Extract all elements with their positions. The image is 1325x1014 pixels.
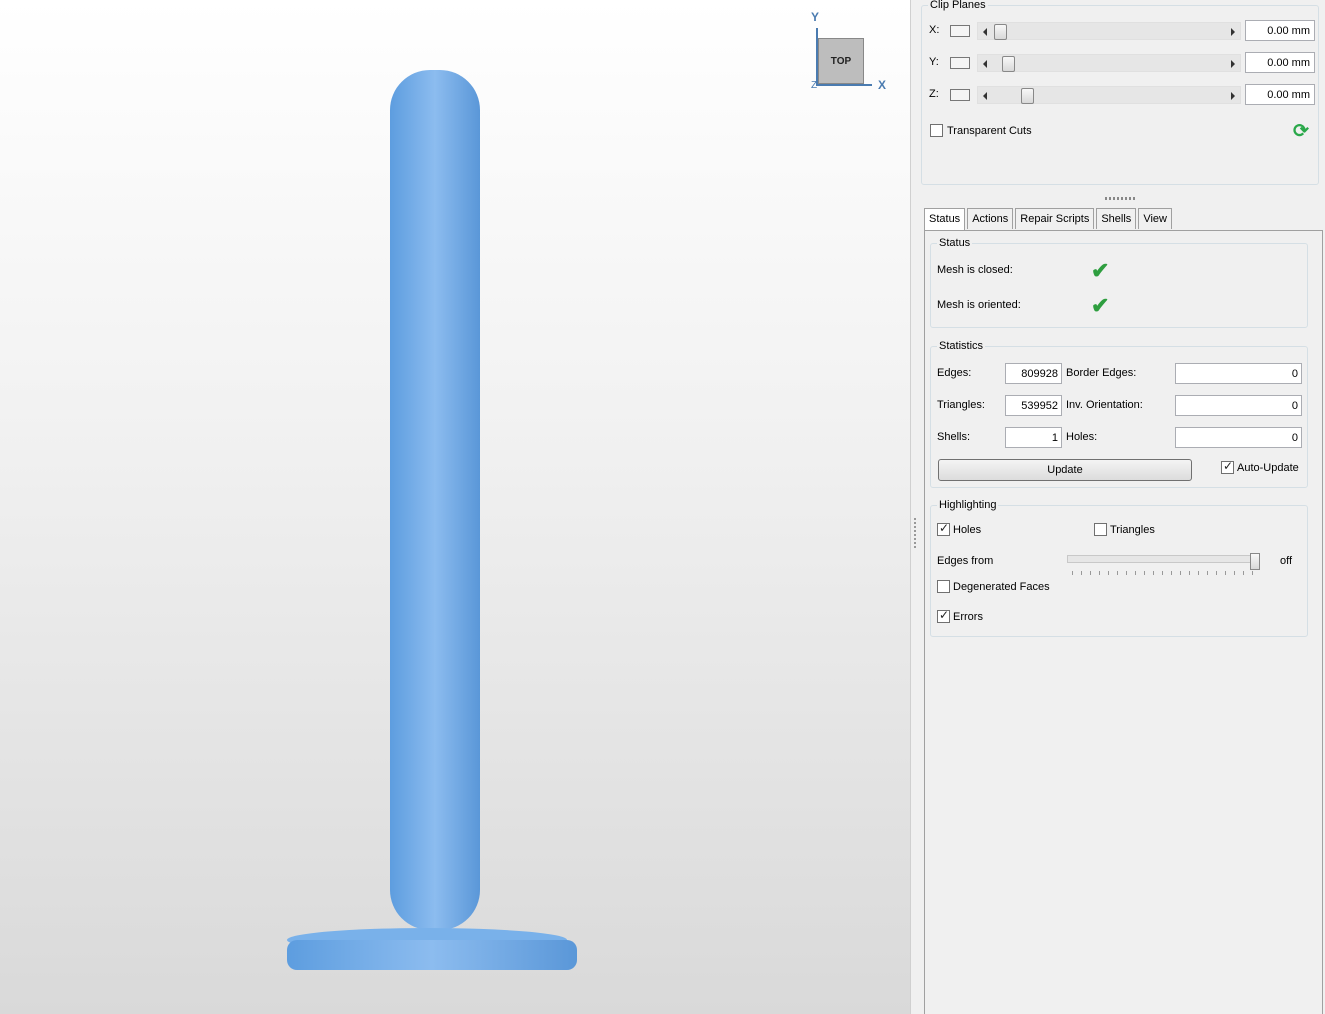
- orientation-gizmo[interactable]: Y X Z TOP: [808, 10, 898, 100]
- highlighting-title: Highlighting: [937, 499, 999, 511]
- border-edges-field[interactable]: 0: [1175, 363, 1302, 384]
- clip-z-value[interactable]: 0.00 mm: [1245, 84, 1315, 105]
- mesh-oriented-check-icon: ✔: [1091, 293, 1110, 318]
- triangles-label: Triangles:: [937, 399, 985, 411]
- clip-y-label: Y:: [929, 56, 939, 68]
- triangles-field[interactable]: 539952: [1005, 395, 1062, 416]
- clip-x-label: X:: [929, 24, 940, 36]
- errors-row: Errors: [937, 608, 983, 623]
- tab-shells[interactable]: Shells: [1096, 208, 1137, 229]
- clip-row-z: Z: 0.00 mm: [929, 84, 1319, 106]
- arrow-left-icon[interactable]: [983, 92, 987, 100]
- clip-z-toggle[interactable]: [950, 89, 970, 101]
- clip-planes-group: Clip Planes X: 0.00 mm Y: 0.00 mm Z: 0.0…: [921, 0, 1319, 185]
- clip-z-label: Z:: [929, 88, 939, 100]
- refresh-icon[interactable]: ⟳: [1293, 122, 1313, 142]
- status-title: Status: [937, 237, 973, 249]
- transparent-cuts-label: Transparent Cuts: [947, 124, 1032, 137]
- inv-orientation-field[interactable]: 0: [1175, 395, 1302, 416]
- transparent-cuts-row: Transparent Cuts: [930, 124, 1032, 137]
- edges-field[interactable]: 809928: [1005, 363, 1062, 384]
- x-axis-line: [816, 84, 872, 86]
- view-cube[interactable]: TOP: [818, 38, 864, 84]
- clip-x-toggle[interactable]: [950, 25, 970, 37]
- update-button[interactable]: Update: [938, 459, 1192, 481]
- edges-from-value: off: [1280, 555, 1293, 567]
- edges-from-thumb[interactable]: [1250, 553, 1260, 570]
- arrow-right-icon[interactable]: [1231, 60, 1235, 68]
- shells-label: Shells:: [937, 431, 971, 443]
- auto-update-label: Auto-Update: [1237, 461, 1299, 474]
- clip-row-x: X: 0.00 mm: [929, 20, 1319, 42]
- tab-actions[interactable]: Actions: [967, 208, 1014, 229]
- 3d-viewport[interactable]: Y X Z TOP: [0, 0, 910, 1014]
- holes-highlight-label: Holes: [953, 523, 982, 536]
- vertical-splitter[interactable]: [910, 0, 920, 1014]
- statistics-group: Statistics Edges: 809928 Border Edges: 0…: [930, 340, 1308, 488]
- triangles-highlight-label: Triangles: [1110, 523, 1155, 536]
- clip-x-value[interactable]: 0.00 mm: [1245, 20, 1315, 41]
- horizontal-splitter-grip[interactable]: [1105, 197, 1135, 200]
- triangles-highlight-row: Triangles: [1094, 523, 1155, 536]
- holes-highlight-checkbox[interactable]: [937, 521, 950, 536]
- clip-x-thumb[interactable]: [994, 24, 1007, 40]
- clip-x-slider[interactable]: [977, 22, 1241, 40]
- edges-from-label: Edges from: [937, 555, 994, 567]
- mesh-closed-check-icon: ✔: [1091, 258, 1110, 283]
- clip-planes-title: Clip Planes: [928, 0, 988, 11]
- model-column: [390, 70, 480, 930]
- arrow-right-icon[interactable]: [1231, 92, 1235, 100]
- edges-from-ticks: [1072, 571, 1256, 575]
- edges-label: Edges:: [937, 367, 972, 379]
- y-axis-label: Y: [811, 10, 820, 24]
- tab-bar: Status Actions Repair Scripts Shells Vie…: [924, 208, 1174, 231]
- status-group: Status Mesh is closed: ✔ Mesh is oriente…: [930, 237, 1308, 328]
- mesh-closed-label: Mesh is closed:: [937, 264, 1013, 276]
- statistics-title: Statistics: [937, 340, 986, 352]
- errors-checkbox[interactable]: [937, 608, 950, 623]
- clip-y-slider[interactable]: [977, 54, 1241, 72]
- triangles-highlight-checkbox[interactable]: [1094, 523, 1107, 536]
- transparent-cuts-checkbox[interactable]: [930, 124, 943, 137]
- clip-y-value[interactable]: 0.00 mm: [1245, 52, 1315, 73]
- edges-from-slider[interactable]: [1067, 555, 1259, 563]
- arrow-right-icon[interactable]: [1231, 28, 1235, 36]
- tab-view[interactable]: View: [1138, 208, 1172, 229]
- degenerated-faces-label: Degenerated Faces: [953, 580, 1050, 593]
- clip-z-slider[interactable]: [977, 86, 1241, 104]
- holes-label: Holes:: [1066, 431, 1098, 443]
- clip-z-thumb[interactable]: [1021, 88, 1034, 104]
- holes-field[interactable]: 0: [1175, 427, 1302, 448]
- auto-update-checkbox[interactable]: [1221, 459, 1234, 474]
- holes-highlight-row: Holes: [937, 521, 982, 536]
- right-panel: Clip Planes X: 0.00 mm Y: 0.00 mm Z: 0.0…: [920, 0, 1325, 1014]
- auto-update-row: Auto-Update: [1221, 459, 1299, 474]
- mesh-oriented-label: Mesh is oriented:: [937, 299, 1021, 311]
- degenerated-faces-row: Degenerated Faces: [937, 580, 1050, 593]
- clip-y-toggle[interactable]: [950, 57, 970, 69]
- tab-status[interactable]: Status: [924, 208, 966, 231]
- z-axis-label: Z: [811, 80, 818, 91]
- x-axis-label: X: [878, 78, 887, 92]
- arrow-left-icon[interactable]: [983, 60, 987, 68]
- border-edges-label: Border Edges:: [1066, 367, 1137, 379]
- degenerated-faces-checkbox[interactable]: [937, 580, 950, 593]
- splitter-grip[interactable]: [914, 518, 916, 548]
- model-base: [287, 940, 577, 970]
- tab-repair-scripts[interactable]: Repair Scripts: [1015, 208, 1095, 229]
- clip-y-thumb[interactable]: [1002, 56, 1015, 72]
- clip-row-y: Y: 0.00 mm: [929, 52, 1319, 74]
- inv-orientation-label: Inv. Orientation:: [1066, 399, 1143, 411]
- arrow-left-icon[interactable]: [983, 28, 987, 36]
- errors-label: Errors: [953, 610, 983, 623]
- shells-field[interactable]: 1: [1005, 427, 1062, 448]
- model-placeholder[interactable]: [280, 30, 590, 980]
